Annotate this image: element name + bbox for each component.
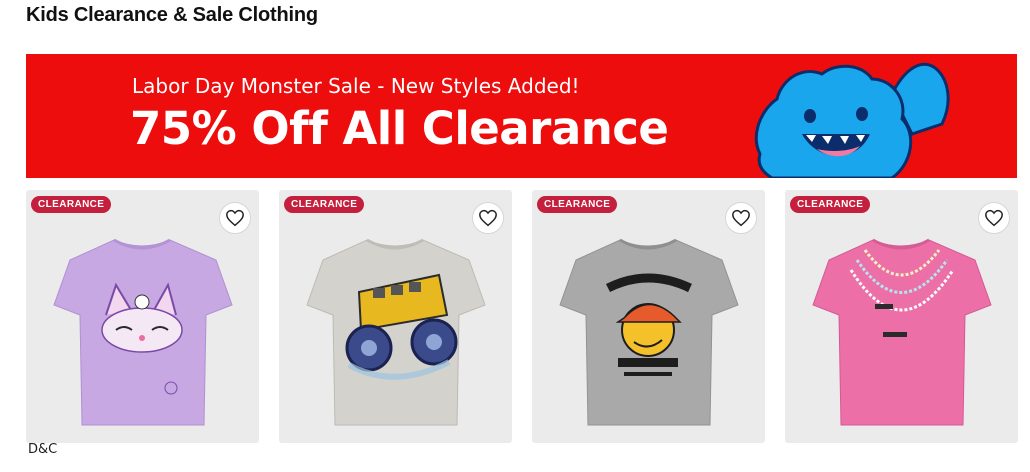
heart-icon	[985, 209, 1003, 227]
clearance-badge: CLEARANCE	[31, 196, 112, 213]
page-title: Kids Clearance & Sale Clothing	[26, 4, 318, 26]
banner-headline: 75% Off All Clearance	[130, 102, 669, 155]
promo-banner[interactable]: Labor Day Monster Sale - New Styles Adde…	[26, 54, 1017, 178]
brand-label: D&C	[28, 442, 58, 457]
clearance-badge: CLEARANCE	[284, 196, 365, 213]
product-card[interactable]: CLEARANCE	[532, 190, 765, 443]
clearance-badge: CLEARANCE	[537, 196, 618, 213]
product-card[interactable]: CLEARANCE	[26, 190, 259, 443]
heart-icon	[226, 209, 244, 227]
purple-cat-unicorn-tshirt-image	[53, 238, 233, 426]
gray-bruh-emoji-tshirt-image	[559, 238, 739, 426]
product-card[interactable]: CLEARANCE	[279, 190, 512, 443]
heart-icon	[479, 209, 497, 227]
banner-subtitle: Labor Day Monster Sale - New Styles Adde…	[132, 74, 580, 98]
heart-icon	[732, 209, 750, 227]
pink-beaded-necklace-tshirt-image	[812, 238, 992, 426]
product-card[interactable]: CLEARANCE	[785, 190, 1018, 443]
blue-monster-icon	[754, 62, 950, 178]
gray-monster-truck-bus-tshirt-image	[306, 238, 486, 426]
clearance-badge: CLEARANCE	[790, 196, 871, 213]
